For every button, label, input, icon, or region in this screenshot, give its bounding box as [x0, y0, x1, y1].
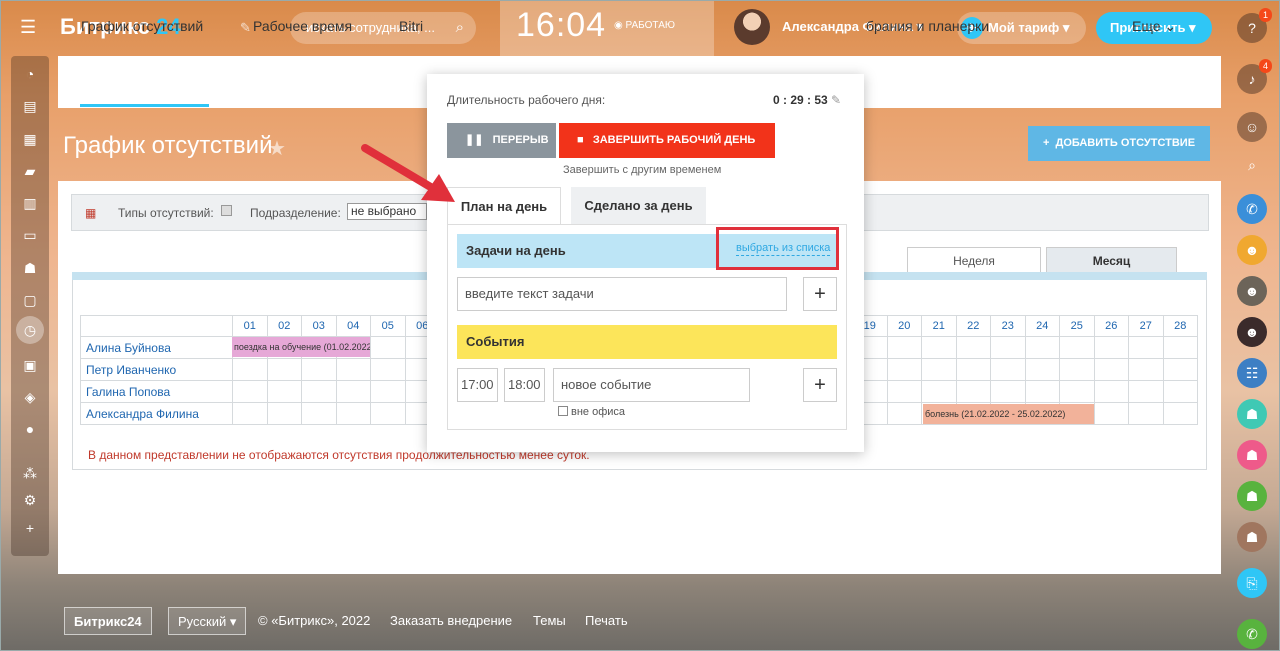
absence-event[interactable]: болезнь (21.02.2022 - 25.02.2022) — [923, 404, 1094, 424]
pulse-icon[interactable]: ◔ — [22, 66, 38, 82]
day-header: 28 — [1162, 315, 1198, 337]
calendar-icon[interactable]: ▦ — [22, 131, 38, 147]
group-icon[interactable]: ☗ — [1237, 399, 1267, 429]
time-from-input[interactable]: 17:00 — [457, 368, 498, 402]
task-input[interactable]: введите текст задачи — [457, 277, 787, 311]
end-day-button[interactable]: ■ ЗАВЕРШИТЬ РАБОЧИЙ ДЕНЬ — [559, 123, 775, 158]
docs-icon[interactable]: ▥ — [22, 195, 38, 211]
copyright: © «Битрикс», 2022 — [258, 613, 371, 628]
edit-icon[interactable]: ✎ — [831, 93, 841, 107]
order-link[interactable]: Заказать внедрение — [390, 607, 512, 635]
group-icon[interactable]: ☗ — [1237, 440, 1267, 470]
tab-absence-schedule[interactable]: График отсутствий — [81, 18, 203, 34]
day-header: 01 — [232, 315, 268, 337]
tab-month[interactable]: Месяц — [1046, 247, 1177, 273]
menu-icon[interactable]: ☰ — [20, 18, 38, 36]
tab-work-time[interactable]: Рабочее время — [253, 18, 352, 34]
checkbox-box[interactable] — [558, 406, 568, 416]
highlight-box — [716, 227, 839, 270]
add-icon[interactable]: + — [22, 520, 38, 536]
tab-done[interactable]: Сделано за день — [571, 187, 706, 225]
avatar-contact-3[interactable]: ☻ — [1237, 317, 1267, 347]
duration-label: Длительность рабочего дня: — [447, 93, 606, 107]
edit-icon[interactable]: ✎ — [240, 20, 251, 36]
time-to-input[interactable]: 18:00 — [504, 368, 545, 402]
tab-more[interactable]: Еще ⌄ — [1132, 18, 1176, 35]
types-checkbox[interactable] — [221, 205, 232, 216]
avatar[interactable] — [734, 9, 770, 45]
group-icon[interactable]: ☗ — [1237, 481, 1267, 511]
more-icon[interactable]: ● — [22, 421, 38, 437]
help-icon[interactable]: ? 1 — [1237, 8, 1272, 43]
day-header: 26 — [1093, 315, 1129, 337]
print-link[interactable]: Печать — [585, 607, 628, 635]
group-icon[interactable]: ☗ — [1237, 522, 1267, 552]
language-select[interactable]: Русский ▾ — [168, 607, 247, 635]
duration-value: 0 : 29 : 53 ✎ — [773, 93, 842, 107]
bell-icon[interactable]: ♪ 4 — [1237, 59, 1272, 94]
chat-icon[interactable]: ▰ — [22, 163, 38, 179]
phone-icon[interactable]: ✆ — [1237, 194, 1267, 224]
employee-name[interactable]: Александра Филина — [80, 402, 233, 425]
gear-icon[interactable]: ⚙ — [22, 492, 38, 508]
messages-icon[interactable]: ☺ — [1237, 112, 1267, 142]
day-header: 05 — [370, 315, 406, 337]
day-header: 04 — [335, 315, 371, 337]
add-event-button[interactable]: + — [803, 368, 837, 402]
copy-icon[interactable]: ⎘ — [1237, 568, 1267, 598]
tab-week[interactable]: Неделя — [907, 247, 1041, 273]
notify-badge: 4 — [1258, 59, 1272, 73]
day-header: 27 — [1128, 315, 1164, 337]
help-badge: 1 — [1258, 8, 1272, 22]
day-header: 23 — [990, 315, 1026, 337]
sitemap-icon[interactable]: ⁂ — [22, 465, 38, 481]
event-input[interactable]: новое событие — [553, 368, 750, 402]
day-header: 03 — [301, 315, 337, 337]
avatar-contact-2[interactable]: ☻ — [1237, 276, 1267, 306]
employee-name[interactable]: Алина Буйнова — [80, 336, 233, 359]
footer-brand[interactable]: Битрикс24 — [64, 607, 152, 635]
absence-event[interactable]: поездка на обучение (01.02.2022 — [232, 337, 370, 357]
box-icon[interactable]: ◈ — [22, 389, 38, 405]
day-header: 22 — [955, 315, 991, 337]
day-header: 20 — [886, 315, 922, 337]
search-icon: ⌕ — [455, 19, 464, 36]
call-icon[interactable]: ✆ — [1237, 619, 1267, 649]
tab-active-indicator — [80, 104, 209, 107]
day-header: 02 — [266, 315, 302, 337]
tasks-icon[interactable]: ▤ — [22, 98, 38, 114]
day-header: 21 — [921, 315, 957, 337]
calendar-grid-left: 01 02 03 04 05 06 Алина Буйнова Петр Ива… — [80, 315, 440, 425]
star-icon[interactable]: ★ — [268, 136, 286, 161]
out-of-office-checkbox[interactable]: вне офиса — [558, 406, 625, 418]
clock-time: 16:04 — [516, 6, 607, 44]
employee-name[interactable]: Петр Иванченко — [80, 358, 233, 381]
add-absence-button[interactable]: + ДОБАВИТЬ ОТСУТСТВИЕ — [1028, 126, 1210, 161]
day-header: 25 — [1059, 315, 1095, 337]
end-other-time-link[interactable]: Завершить с другим временем — [563, 164, 721, 176]
clock-icon[interactable]: ◷ — [16, 316, 44, 344]
add-task-button[interactable]: + — [803, 277, 837, 311]
search-icon[interactable]: ⌕ — [1237, 150, 1267, 180]
employee-name[interactable]: Галина Попова — [80, 380, 233, 403]
window-icon[interactable]: ▢ — [22, 292, 38, 308]
page-title: График отсутствий — [63, 132, 273, 159]
dept-label: Подразделение: — [250, 206, 341, 220]
events-header: События — [457, 325, 837, 359]
contacts-icon[interactable]: ▣ — [22, 357, 38, 373]
avatar-contact-1[interactable]: ☻ — [1237, 235, 1267, 265]
group-chat-icon[interactable]: ☷ — [1237, 358, 1267, 388]
calendar-icon[interactable]: ▦ — [85, 206, 96, 220]
arrow-icon — [361, 144, 455, 202]
types-label: Типы отсутствий: — [118, 206, 214, 220]
day-header: 24 — [1024, 315, 1060, 337]
themes-link[interactable]: Темы — [533, 607, 566, 635]
group-icon[interactable]: ☗ — [22, 260, 38, 276]
tab-meetings[interactable]: брания и планерки — [866, 18, 989, 34]
work-status: ◉ РАБОТАЮ — [614, 20, 675, 31]
drive-icon[interactable]: ▭ — [22, 227, 38, 243]
tab-bitrix[interactable]: Bitri — [399, 18, 423, 34]
